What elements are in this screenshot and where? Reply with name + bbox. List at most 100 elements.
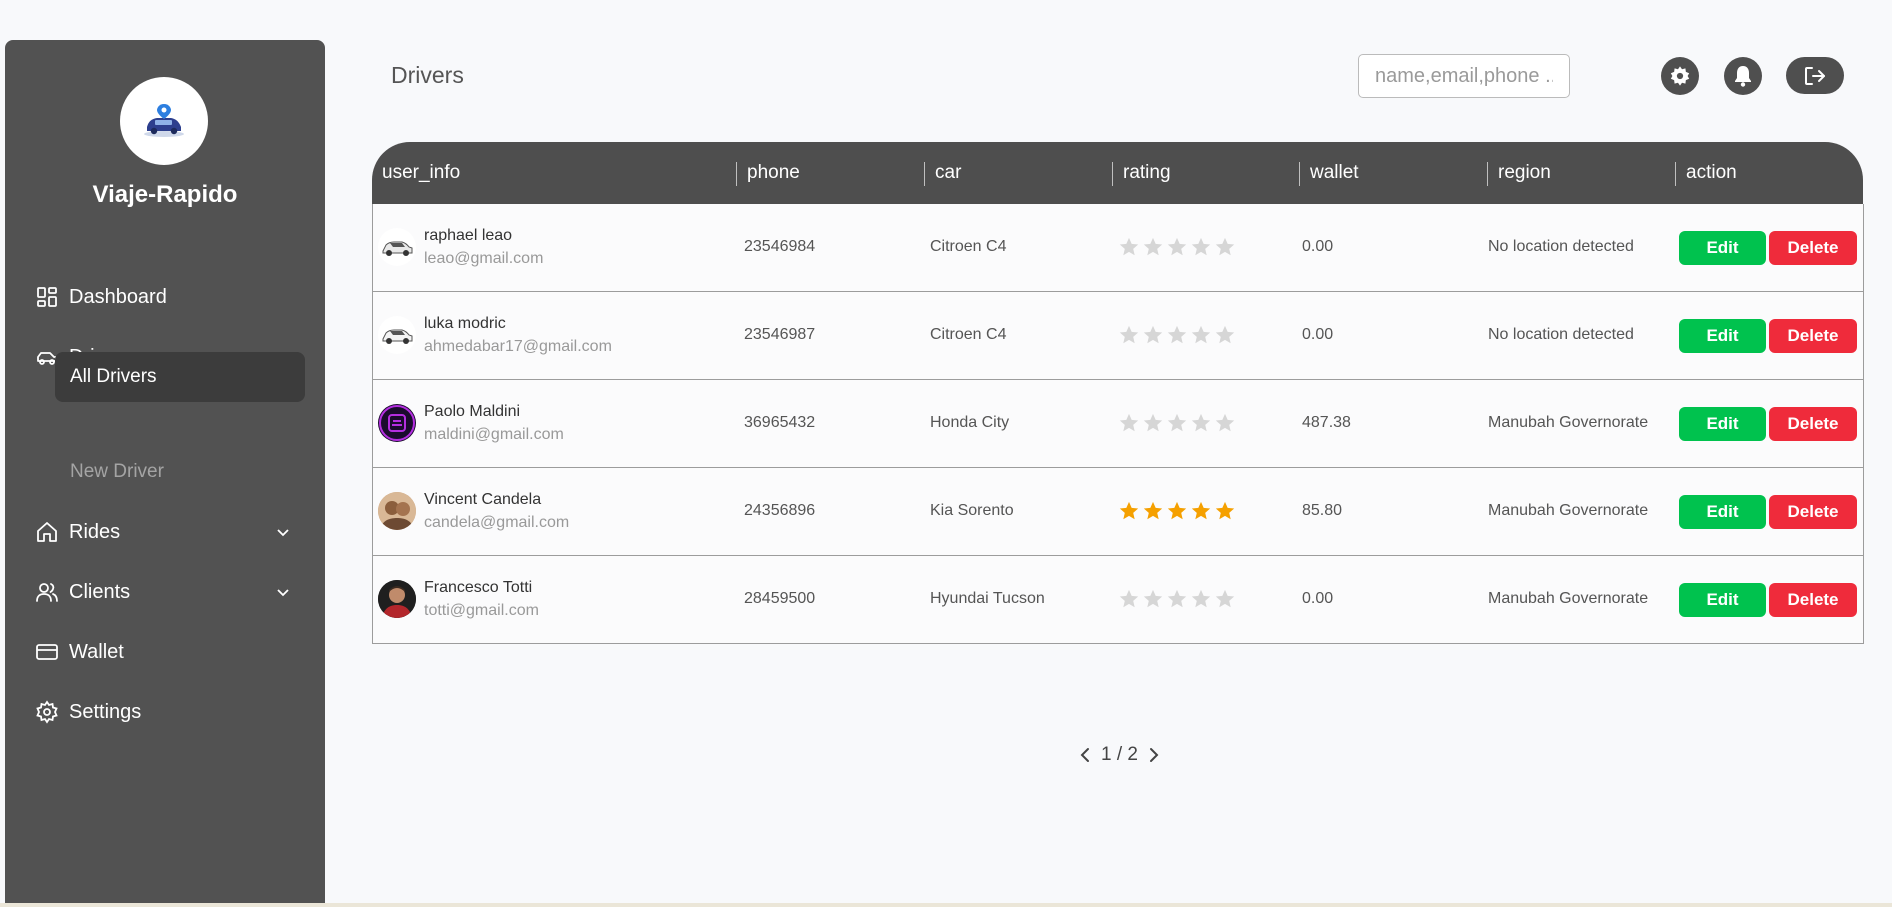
delete-button[interactable]: Delete xyxy=(1769,231,1857,265)
chevron-down-icon xyxy=(277,529,289,537)
star-icon xyxy=(1167,589,1187,608)
driver-email: leao@gmail.com xyxy=(424,250,544,267)
column-header-car: car xyxy=(935,162,962,183)
bell-icon xyxy=(1735,66,1751,87)
home-icon xyxy=(37,522,57,542)
column-header-wallet: wallet xyxy=(1310,162,1359,183)
driver-phone: 36965432 xyxy=(744,414,816,431)
settings-button[interactable] xyxy=(1661,57,1699,95)
star-icon xyxy=(1215,325,1235,344)
driver-email: candela@gmail.com xyxy=(424,514,570,531)
delete-button[interactable]: Delete xyxy=(1769,583,1857,617)
rating-stars xyxy=(1117,236,1237,258)
delete-button[interactable]: Delete xyxy=(1769,495,1857,529)
star-icon xyxy=(1191,237,1211,256)
driver-wallet: 0.00 xyxy=(1302,238,1334,255)
chevron-left-icon[interactable] xyxy=(1077,746,1095,764)
star-icon xyxy=(1119,413,1139,432)
driver-region: Manubah Governorate xyxy=(1488,414,1649,431)
driver-wallet: 0.00 xyxy=(1302,590,1334,607)
driver-name: Francesco Totti xyxy=(424,579,533,596)
driver-car: Hyundai Tucson xyxy=(930,590,1045,607)
sidebar-item-rides[interactable]: Rides xyxy=(5,512,325,552)
driver-region: Manubah Governorate xyxy=(1488,502,1649,519)
chevron-right-icon[interactable] xyxy=(1144,746,1162,764)
star-icon xyxy=(1215,589,1235,608)
drivers-table: raphael leao leao@gmail.com 23546984 Cit… xyxy=(372,204,1864,644)
star-icon xyxy=(1191,325,1211,344)
avatar xyxy=(378,316,416,354)
star-icon xyxy=(1215,501,1235,520)
brand-name: Viaje-Rapido xyxy=(92,181,238,208)
star-icon xyxy=(1191,589,1211,608)
sidebar-item-label: Clients xyxy=(69,580,131,603)
star-icon xyxy=(1143,413,1163,432)
car-location-logo-icon xyxy=(144,104,184,137)
star-icon xyxy=(1143,589,1163,608)
star-icon xyxy=(1167,237,1187,256)
driver-region: Manubah Governorate xyxy=(1488,590,1649,607)
chevron-down-icon xyxy=(277,589,289,597)
dashboard-icon xyxy=(37,287,57,307)
driver-phone: 23546984 xyxy=(744,238,816,255)
edit-button[interactable]: Edit xyxy=(1679,319,1766,353)
driver-wallet: 0.00 xyxy=(1302,326,1334,343)
star-icon xyxy=(1143,501,1163,520)
sidebar-item-wallet[interactable]: Wallet xyxy=(5,632,325,672)
pagination: 1 / 2 xyxy=(1077,744,1162,766)
star-icon xyxy=(1215,237,1235,256)
rating-stars xyxy=(1117,500,1237,522)
sidebar-item-settings[interactable]: Settings xyxy=(5,692,325,732)
logout-button[interactable] xyxy=(1786,57,1844,94)
logout-icon xyxy=(1805,66,1825,85)
sidebar: Viaje-Rapido Dashboard Drivers All Drive… xyxy=(5,40,325,907)
star-icon xyxy=(1215,413,1235,432)
edit-button[interactable]: Edit xyxy=(1679,583,1766,617)
star-icon xyxy=(1167,413,1187,432)
star-icon xyxy=(1119,589,1139,608)
edit-button[interactable]: Edit xyxy=(1679,407,1766,441)
sidebar-subitem-new-driver[interactable]: New Driver xyxy=(70,461,164,485)
driver-name: luka modric xyxy=(424,315,506,332)
edit-button[interactable]: Edit xyxy=(1679,231,1766,265)
logo-avatar-icon xyxy=(379,405,415,441)
table-row: raphael leao leao@gmail.com 23546984 Cit… xyxy=(373,204,1863,292)
gear-icon xyxy=(1670,66,1690,86)
sidebar-item-dashboard[interactable]: Dashboard xyxy=(5,277,325,317)
driver-car: Citroen C4 xyxy=(930,238,1007,255)
delete-button[interactable]: Delete xyxy=(1769,407,1857,441)
delete-button[interactable]: Delete xyxy=(1769,319,1857,353)
driver-email: totti@gmail.com xyxy=(424,602,539,619)
star-icon xyxy=(1167,325,1187,344)
star-icon xyxy=(1143,325,1163,344)
page-title: Drivers xyxy=(391,62,464,88)
sidebar-subitem-all-drivers[interactable]: All Drivers xyxy=(55,352,305,402)
edit-button[interactable]: Edit xyxy=(1679,495,1766,529)
person-photo-icon xyxy=(378,580,416,618)
driver-wallet: 85.80 xyxy=(1302,502,1343,519)
driver-region: No location detected xyxy=(1488,238,1634,255)
avatar xyxy=(378,492,416,530)
driver-phone: 24356896 xyxy=(744,502,816,519)
sidebar-item-label: Dashboard xyxy=(69,285,167,308)
app-logo[interactable] xyxy=(120,77,208,165)
search-input[interactable] xyxy=(1358,54,1570,98)
driver-region: No location detected xyxy=(1488,326,1634,343)
sidebar-item-clients[interactable]: Clients xyxy=(5,572,325,612)
column-header-user-info: user_info xyxy=(382,162,461,183)
column-header-rating: rating xyxy=(1123,162,1171,183)
notifications-button[interactable] xyxy=(1724,57,1762,95)
driver-phone: 23546987 xyxy=(744,326,816,343)
column-header-phone: phone xyxy=(747,162,800,183)
table-header: user_info phone car rating wallet region… xyxy=(372,142,1863,204)
star-icon xyxy=(1167,501,1187,520)
car-avatar-icon xyxy=(382,329,413,344)
driver-email: ahmedabar17@gmail.com xyxy=(424,338,612,355)
avatar xyxy=(378,580,416,618)
star-icon xyxy=(1119,325,1139,344)
driver-phone: 28459500 xyxy=(744,590,816,607)
sidebar-item-label: Rides xyxy=(69,520,121,543)
table-row: luka modric ahmedabar17@gmail.com 235469… xyxy=(373,292,1863,380)
driver-car: Citroen C4 xyxy=(930,326,1007,343)
page-indicator: 1 / 2 xyxy=(1101,744,1138,765)
